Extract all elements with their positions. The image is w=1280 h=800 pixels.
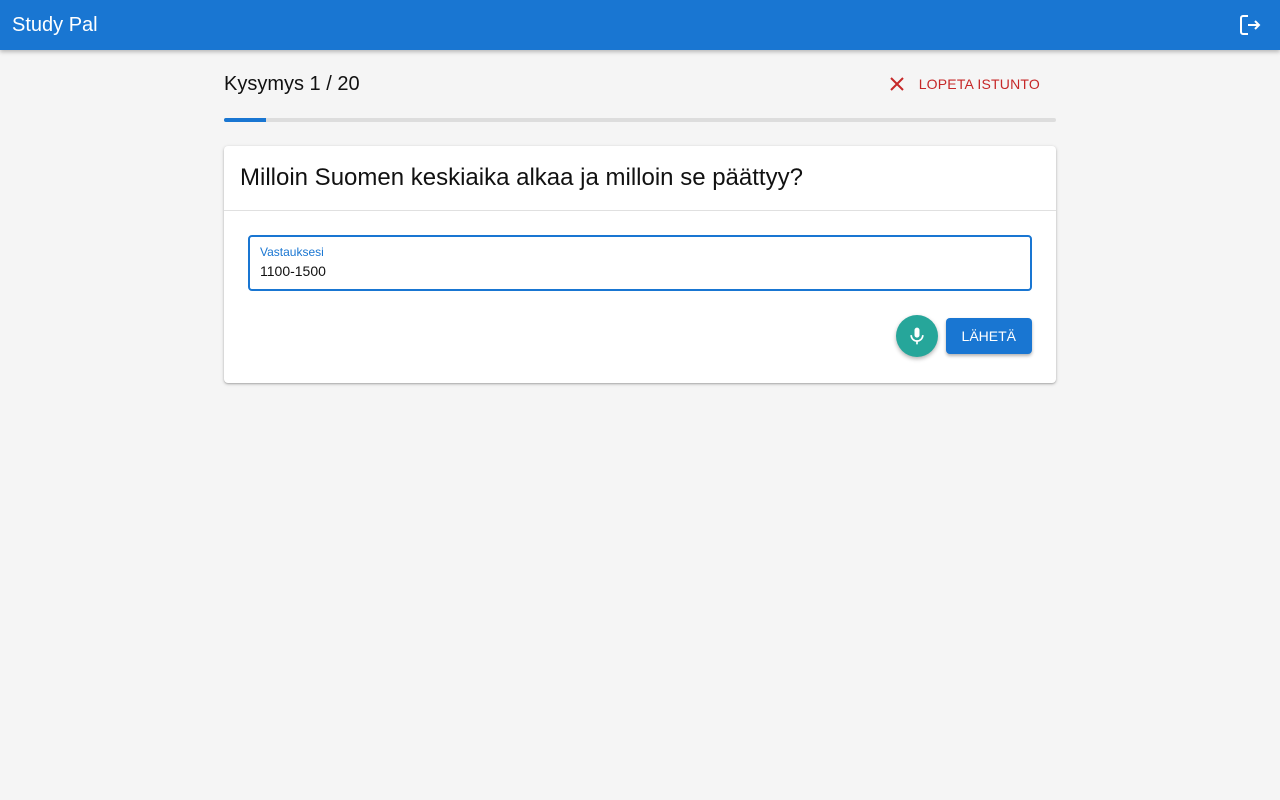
app-title: Study Pal (12, 13, 98, 36)
app-bar: Study Pal (0, 0, 1280, 50)
send-button[interactable]: LÄHETÄ (945, 318, 1032, 354)
microphone-icon (909, 327, 924, 345)
session-header: Kysymys 1 / 20 LOPETA ISTUNTO (224, 50, 1056, 118)
close-icon (889, 77, 904, 91)
question-card: Milloin Suomen keskiaika alkaa ja milloi… (224, 146, 1056, 383)
end-session-label: LOPETA ISTUNTO (918, 76, 1040, 92)
logout-button[interactable] (1236, 11, 1264, 39)
microphone-button[interactable] (895, 315, 938, 357)
progress-bar (224, 118, 1056, 122)
progress-fill (224, 118, 266, 122)
main-content: Kysymys 1 / 20 LOPETA ISTUNTO Milloin Su… (224, 50, 1056, 383)
question-text: Milloin Suomen keskiaika alkaa ja milloi… (240, 164, 803, 191)
answer-field[interactable]: Vastauksesi (248, 235, 1032, 291)
logout-icon (1240, 15, 1261, 35)
question-body: Vastauksesi LÄHETÄ (224, 211, 1056, 383)
answer-label: Vastauksesi (260, 245, 324, 259)
answer-input[interactable] (260, 262, 1020, 280)
end-session-button[interactable]: LOPETA ISTUNTO (889, 66, 1056, 102)
question-counter: Kysymys 1 / 20 (224, 72, 360, 95)
answer-actions: LÄHETÄ (248, 315, 1032, 357)
question-header: Milloin Suomen keskiaika alkaa ja milloi… (224, 146, 1056, 211)
